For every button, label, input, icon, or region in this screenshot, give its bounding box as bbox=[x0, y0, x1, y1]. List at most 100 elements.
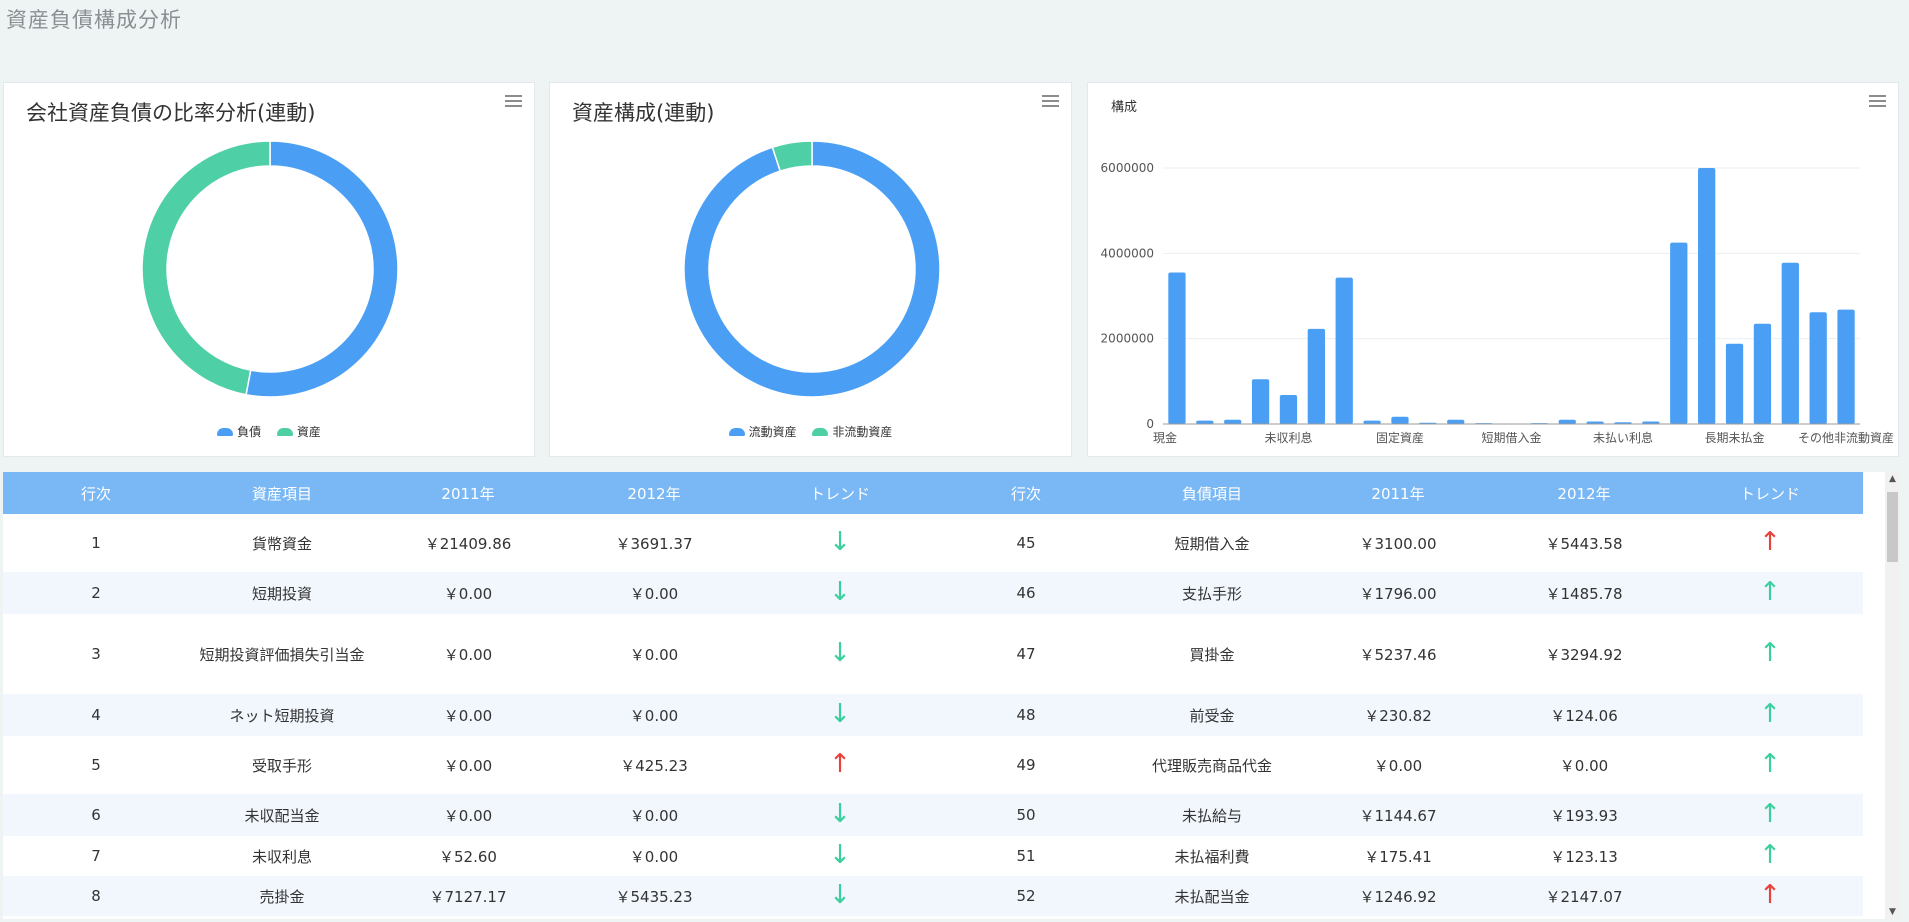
bar-2[interactable] bbox=[1224, 419, 1242, 424]
bar-10[interactable] bbox=[1447, 419, 1465, 424]
table-cell: ￥3100.00 bbox=[1359, 534, 1437, 553]
column-header[interactable]: 2011年 bbox=[375, 472, 561, 514]
table-cell: ￥2147.07 bbox=[1545, 887, 1623, 906]
table-cell: 52 bbox=[1016, 887, 1036, 905]
table-row[interactable]: 7 未収利息 ￥52.60 ￥0.00 ↓ 51 未払福利費 ￥175.41 ￥123.13 ↑ bbox=[3, 836, 1863, 876]
bar-8[interactable] bbox=[1391, 416, 1409, 424]
table-cell: ￥124.06 bbox=[1550, 706, 1618, 725]
trend-up-icon: ↑ bbox=[1759, 638, 1781, 668]
table-row[interactable]: 2 短期投資 ￥0.00 ￥0.00 ↓ 46 支払手形 ￥1796.00 ￥1485.78 ↑ bbox=[3, 572, 1863, 614]
trend-cell: ↓ bbox=[747, 614, 933, 694]
x-tick-label: 長期未払金 bbox=[1705, 430, 1765, 445]
scroll-thumb[interactable] bbox=[1887, 492, 1898, 562]
bar-24[interactable] bbox=[1837, 309, 1855, 424]
table-cell: ￥425.23 bbox=[620, 756, 688, 775]
trend-up-icon: ↑ bbox=[1759, 799, 1781, 829]
bar-20[interactable] bbox=[1725, 343, 1744, 424]
legend-item-liabilities[interactable]: 負債 bbox=[217, 423, 261, 440]
table-cell: 短期借入金 bbox=[1174, 534, 1250, 553]
table-cell: ￥230.82 bbox=[1364, 706, 1432, 725]
column-header[interactable]: 負債項目 bbox=[1119, 472, 1305, 514]
trend-cell: ↓ bbox=[747, 514, 933, 572]
bar-7[interactable] bbox=[1363, 420, 1381, 424]
y-tick-label: 4000000 bbox=[1101, 246, 1154, 260]
trend-cell: ↓ bbox=[747, 694, 933, 736]
table-row[interactable]: 3 短期投資評価損失引当金 ￥0.00 ￥0.00 ↓ 47 買掛金 ￥5237.46 ￥329… bbox=[3, 614, 1863, 694]
table-cell: 1 bbox=[91, 534, 101, 552]
table-cell: 未収利息 bbox=[251, 847, 312, 866]
table-row[interactable]: 4 ネット短期投資 ￥0.00 ￥0.00 ↓ 48 前受金 ￥230.82 ￥124.06 ↑ bbox=[3, 694, 1863, 736]
ratio-legend: 負債 資産 bbox=[4, 423, 534, 440]
trend-up-icon: ↑ bbox=[1759, 840, 1781, 870]
balance-table: 行次 資産項目 2011年 2012年 トレンド 行次 負債項目 2011年 2012年 トレンド… bbox=[3, 472, 1863, 916]
table-cell: ￥0.00 bbox=[629, 847, 679, 866]
ratio-slice-0[interactable] bbox=[245, 140, 399, 398]
legend-item-assets[interactable]: 資産 bbox=[276, 423, 321, 440]
table-cell: ￥0.00 bbox=[629, 806, 679, 825]
trend-cell: ↑ bbox=[1677, 694, 1863, 736]
bar-4[interactable] bbox=[1279, 394, 1298, 424]
table-cell: 代理販売商品代金 bbox=[1151, 756, 1272, 775]
ratio-analysis-panel: 会社資産負債の比率分析(連動) 負債 資産 bbox=[3, 82, 535, 457]
legend-item-noncurrent-assets[interactable]: 非流動資産 bbox=[812, 423, 892, 440]
table-cell: ￥0.00 bbox=[1559, 756, 1609, 775]
table-row[interactable]: 5 受取手形 ￥0.00 ￥425.23 ↑ 49 代理販売商品代金 ￥0.00 ￥0.00 ↑ bbox=[3, 736, 1863, 794]
table-cell: ￥1485.78 bbox=[1545, 584, 1623, 603]
table-cell: ￥7127.17 bbox=[429, 887, 507, 906]
bar-19[interactable] bbox=[1698, 168, 1716, 424]
column-header[interactable]: 2012年 bbox=[561, 472, 747, 514]
table-cell: 支払手形 bbox=[1181, 584, 1242, 603]
y-tick-label: 0 bbox=[1146, 417, 1154, 431]
trend-up-icon: ↑ bbox=[1759, 749, 1781, 779]
bar-21[interactable] bbox=[1753, 323, 1772, 424]
table-cell: 48 bbox=[1016, 706, 1036, 724]
asset-donut-chart[interactable] bbox=[550, 83, 1073, 413]
column-header[interactable]: トレンド bbox=[1677, 472, 1863, 514]
trend-cell: ↑ bbox=[1677, 514, 1863, 572]
bar-3[interactable] bbox=[1251, 379, 1270, 424]
column-header[interactable]: トレンド bbox=[747, 472, 933, 514]
asset-slice-1[interactable] bbox=[771, 140, 813, 172]
column-header[interactable]: 行次 bbox=[3, 472, 189, 514]
bar-23[interactable] bbox=[1809, 312, 1827, 424]
table-cell: 47 bbox=[1016, 645, 1036, 663]
bar-14[interactable] bbox=[1558, 419, 1576, 424]
asset-slice-0[interactable] bbox=[683, 140, 941, 398]
scroll-up-icon[interactable]: ▲ bbox=[1885, 472, 1900, 486]
table-cell: ￥5237.46 bbox=[1359, 645, 1437, 664]
table-row[interactable]: 1 貨幣資金 ￥21409.86 ￥3691.37 ↓ 45 短期借入金 ￥3100.00 ￥5… bbox=[3, 514, 1863, 572]
trend-cell: ↑ bbox=[747, 736, 933, 794]
table-row[interactable]: 8 売掛金 ￥7127.17 ￥5435.23 ↓ 52 未払配当金 ￥1246.92 ￥214… bbox=[3, 876, 1863, 916]
table-row[interactable]: 6 未収配当金 ￥0.00 ￥0.00 ↓ 50 未払給与 ￥1144.67 ￥193.93 ↑ bbox=[3, 794, 1863, 836]
table-cell: ￥0.00 bbox=[443, 584, 493, 603]
bar-18[interactable] bbox=[1670, 242, 1688, 424]
trend-down-icon: ↓ bbox=[829, 840, 851, 870]
bar-6[interactable] bbox=[1335, 277, 1353, 424]
trend-cell: ↓ bbox=[747, 876, 933, 916]
legend-item-current-assets[interactable]: 流動資産 bbox=[728, 423, 797, 440]
y-tick-label: 6000000 bbox=[1101, 161, 1154, 175]
scroll-down-icon[interactable]: ▼ bbox=[1885, 905, 1900, 919]
table-cell: ￥5443.58 bbox=[1545, 534, 1623, 553]
composition-bar-chart[interactable]: 0 2000000 4000000 6000000 現金 未収利息 固定資産 短期借入金 未払い… bbox=[1088, 83, 1900, 458]
table-cell: ￥3691.37 bbox=[615, 534, 693, 553]
trend-down-icon: ↓ bbox=[829, 577, 851, 607]
bar-1[interactable] bbox=[1196, 420, 1214, 424]
table-cell: 3 bbox=[91, 645, 101, 663]
trend-cell: ↑ bbox=[1677, 876, 1863, 916]
ratio-slice-1[interactable] bbox=[141, 140, 271, 396]
column-header[interactable]: 2012年 bbox=[1491, 472, 1677, 514]
column-header[interactable]: 2011年 bbox=[1305, 472, 1491, 514]
ratio-donut-chart[interactable] bbox=[4, 83, 536, 413]
column-header[interactable]: 資産項目 bbox=[189, 472, 375, 514]
table-cell: 7 bbox=[91, 847, 101, 865]
table-cell: ￥21409.86 bbox=[424, 534, 512, 553]
legend-label-assets: 資産 bbox=[296, 425, 321, 439]
table-scrollbar[interactable]: ▲ ▼ bbox=[1885, 472, 1900, 919]
column-header[interactable]: 行次 bbox=[933, 472, 1119, 514]
table-cell: 前受金 bbox=[1189, 706, 1235, 725]
bar-5[interactable] bbox=[1307, 328, 1325, 424]
bar-0[interactable] bbox=[1168, 272, 1186, 424]
bar-22[interactable] bbox=[1781, 262, 1799, 424]
trend-down-icon: ↓ bbox=[829, 699, 851, 729]
